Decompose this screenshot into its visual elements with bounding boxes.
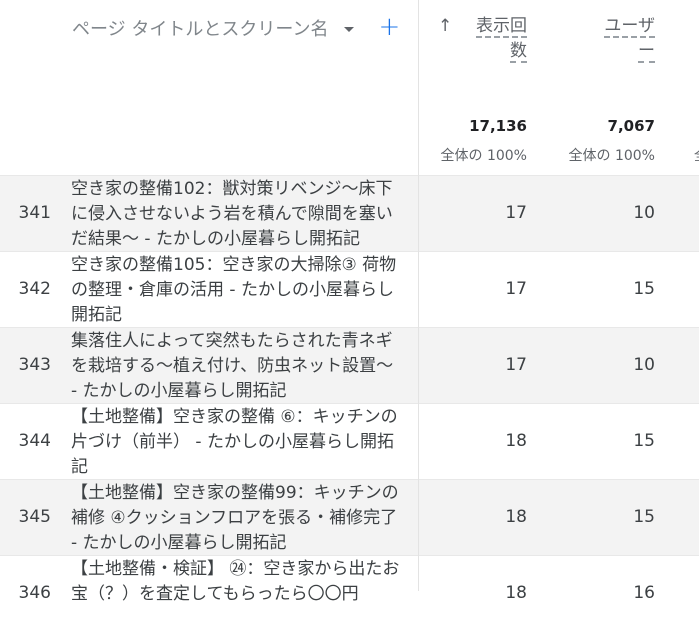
users-cell: 15 xyxy=(633,507,655,527)
table-row[interactable]: 345 【土地整備】空き家の整備99：キッチンの補修 ④クッションフロアを張る・補… xyxy=(0,479,699,555)
users-cell: 10 xyxy=(633,355,655,375)
table-row[interactable]: 346 【土地整備・検証】 ㉔：空き家から出たお宝（？）を査定してもらったら〇〇円… xyxy=(0,555,699,631)
metric-header-views[interactable]: 表示回 数 xyxy=(460,14,527,64)
row-index: 341 xyxy=(18,203,51,223)
table-row[interactable]: 342 空き家の整備105：空き家の大掃除③ 荷物の整理・倉庫の活用 - たかしの… xyxy=(0,251,699,327)
views-cell: 17 xyxy=(505,279,527,299)
row-index: 345 xyxy=(18,507,51,527)
users-cell: 10 xyxy=(633,203,655,223)
page-title-cell[interactable]: 【土地整備・検証】 ㉔：空き家から出たお宝（？）を査定してもらったら〇〇円 xyxy=(71,557,401,607)
views-cell: 17 xyxy=(505,355,527,375)
table-header: ページ タイトルとスクリーン名 + ↑ 表示回 数 ユーザ ー 17,136 全… xyxy=(0,0,699,175)
page-title-cell[interactable]: 集落住人によって突然もたらされた青ネギを栽培する〜植え付け、防虫ネット設置〜 -… xyxy=(71,329,401,404)
page-title-cell[interactable]: 空き家の整備105：空き家の大掃除③ 荷物の整理・倉庫の活用 - たかしの小屋暮… xyxy=(71,253,401,328)
metric-views-label-line1: 表示回 xyxy=(476,16,527,38)
metric-header-users[interactable]: ユーザ ー xyxy=(590,14,655,64)
total-users: 7,067 xyxy=(607,117,655,135)
chevron-down-icon[interactable] xyxy=(344,26,355,32)
table-row[interactable]: 343 集落住人によって突然もたらされた青ネギを栽培する〜植え付け、防虫ネット設置… xyxy=(0,327,699,403)
views-cell: 18 xyxy=(505,507,527,527)
users-cell: 15 xyxy=(633,279,655,299)
table-row[interactable]: 341 空き家の整備102：獣対策リベンジ〜床下に侵入させないよう岩を積んで隙間を… xyxy=(0,175,699,251)
metric-views-label-line2: 数 xyxy=(510,41,527,63)
dimension-label[interactable]: ページ タイトルとスクリーン名 xyxy=(72,15,328,41)
sort-ascending-icon[interactable]: ↑ xyxy=(438,16,452,36)
page-title-cell[interactable]: 【土地整備】空き家の整備99：キッチンの補修 ④クッションフロアを張る・補修完了… xyxy=(71,481,401,556)
views-cell: 18 xyxy=(505,431,527,451)
page-title-cell[interactable]: 【土地整備】空き家の整備 ⑥：キッチンの片づけ（前半） - たかしの小屋暮らし開… xyxy=(71,405,401,480)
dimension-header[interactable]: ページ タイトルとスクリーン名 + xyxy=(72,14,400,42)
row-index: 344 xyxy=(18,431,51,451)
total-users-percent: 全体の 100% xyxy=(568,148,655,164)
row-index: 342 xyxy=(18,279,51,299)
metric-users-label-line2: ー xyxy=(638,41,655,63)
total-views-percent: 全体の 100% xyxy=(440,148,527,164)
metric-users-label-line1: ユーザ xyxy=(604,16,655,38)
report-table: ページ タイトルとスクリーン名 + ↑ 表示回 数 ユーザ ー 17,136 全… xyxy=(0,0,699,604)
row-index: 346 xyxy=(18,583,51,603)
next-column-cut-text: 全 xyxy=(694,145,699,164)
page-title-cell[interactable]: 空き家の整備102：獣対策リベンジ〜床下に侵入させないよう岩を積んで隙間を塞いだ… xyxy=(71,177,401,252)
column-divider xyxy=(418,0,419,591)
add-dimension-button[interactable]: + xyxy=(378,14,400,40)
table-row[interactable]: 344 【土地整備】空き家の整備 ⑥：キッチンの片づけ（前半） - たかしの小屋暮… xyxy=(0,403,699,479)
users-cell: 15 xyxy=(633,431,655,451)
users-cell: 16 xyxy=(633,583,655,603)
total-views: 17,136 xyxy=(469,117,527,135)
views-cell: 17 xyxy=(505,203,527,223)
views-cell: 18 xyxy=(505,583,527,603)
row-index: 343 xyxy=(18,355,51,375)
